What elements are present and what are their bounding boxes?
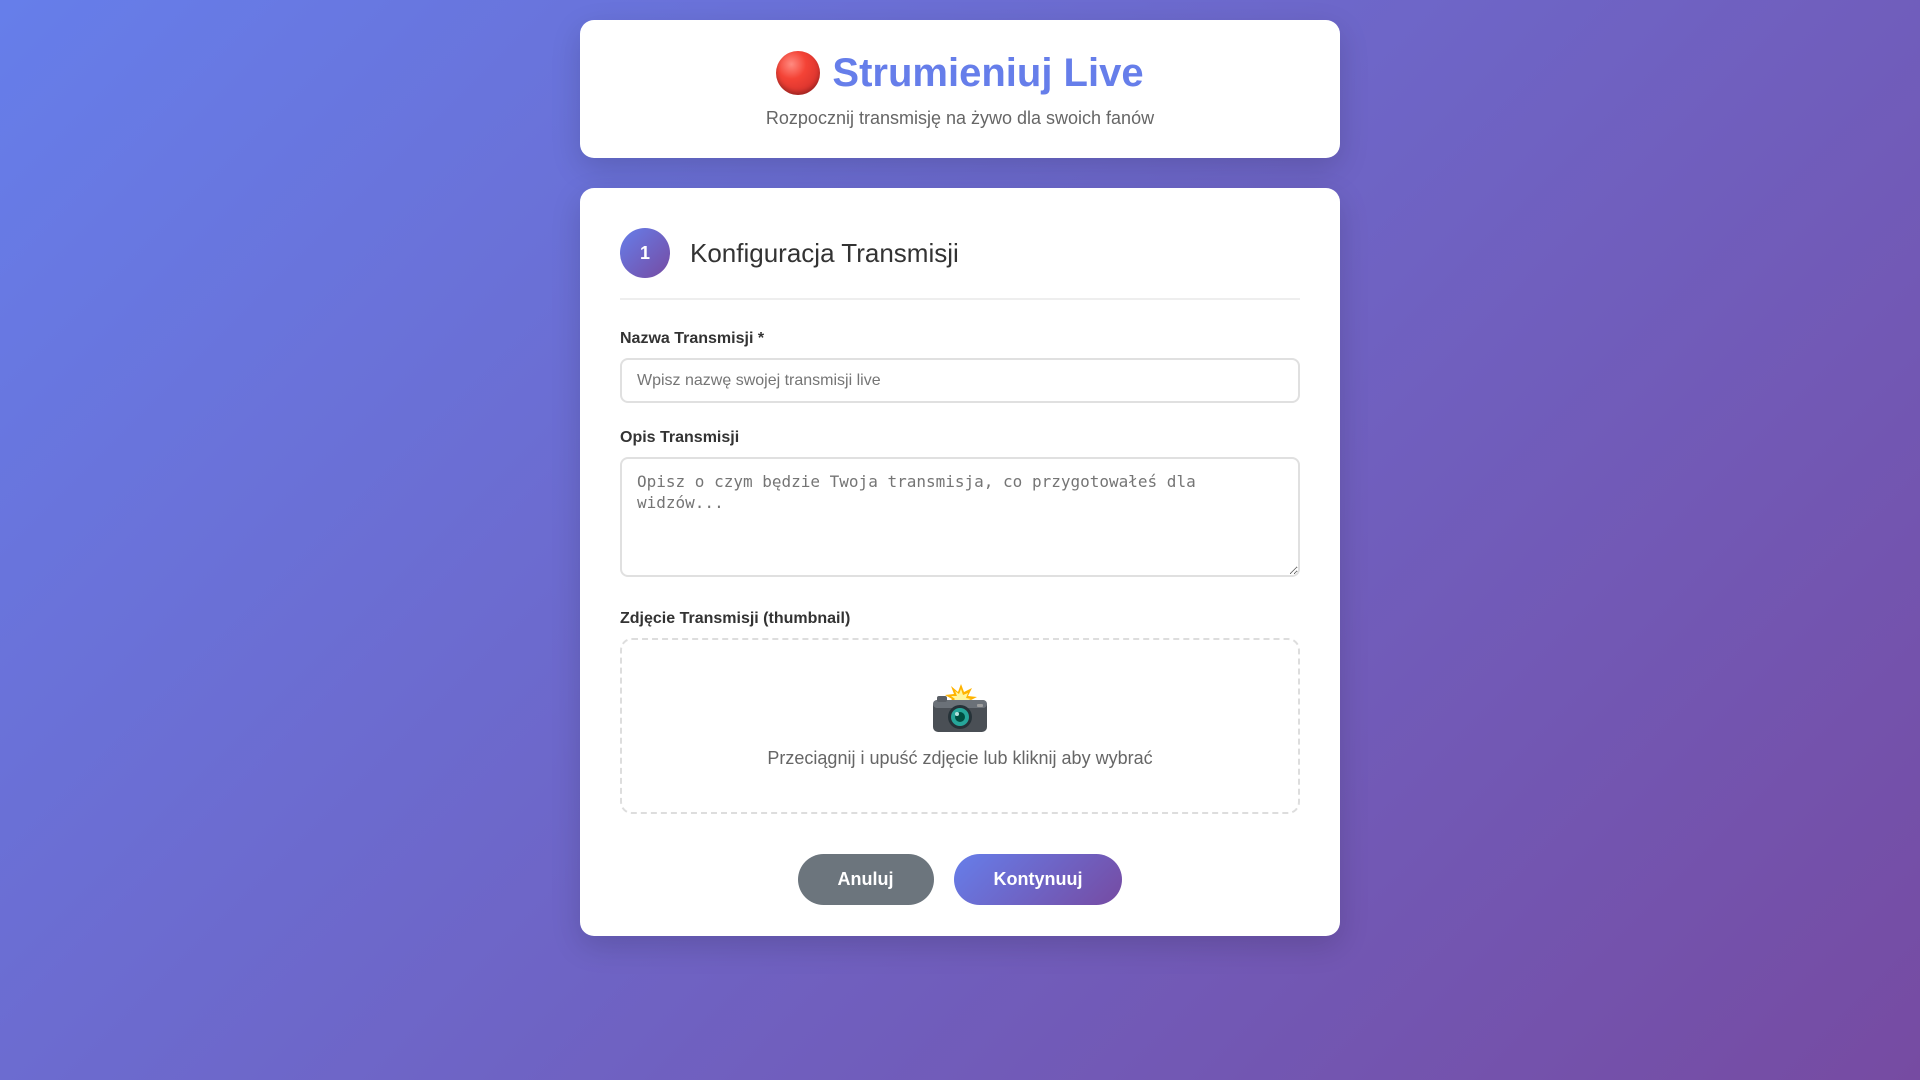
continue-button[interactable]: Kontynuuj	[953, 854, 1123, 905]
thumbnail-upload-zone[interactable]: Przeciągnij i upuść zdjęcie lub kliknij …	[620, 638, 1300, 814]
camera-flash-icon	[933, 683, 987, 732]
stream-name-input[interactable]	[620, 358, 1300, 403]
stream-name-group: Nazwa Transmisji *	[620, 330, 1300, 403]
step-header: 1 Konfiguracja Transmisji	[620, 228, 1300, 300]
stream-description-label: Opis Transmisji	[620, 429, 740, 446]
stream-thumbnail-label: Zdjęcie Transmisji (thumbnail)	[620, 610, 851, 627]
stream-thumbnail-group: Zdjęcie Transmisji (thumbnail) Przeciągn…	[620, 610, 1300, 814]
page-subtitle: Rozpocznij transmisję na żywo dla swoich…	[765, 108, 1155, 128]
page-title: Strumieniuj Live	[580, 20, 1340, 96]
red-circle-icon	[776, 51, 821, 95]
step-title: Konfiguracja Transmisji	[690, 237, 959, 268]
form-card: 1 Konfiguracja Transmisji Nazwa Transmis…	[580, 188, 1340, 936]
header-card: Strumieniuj Live Rozpocznij transmisję n…	[580, 20, 1340, 158]
stream-name-label: Nazwa Transmisji *	[620, 330, 765, 347]
stream-description-group: Opis Transmisji	[620, 429, 1300, 582]
step-number-badge: 1	[620, 228, 670, 278]
stream-description-input[interactable]	[620, 457, 1300, 577]
button-row: Anuluj Kontynuuj	[620, 854, 1300, 905]
cancel-button[interactable]: Anuluj	[797, 854, 934, 905]
page-title-text: Strumieniuj Live	[832, 51, 1144, 95]
upload-hint-text: Przeciągnij i upuść zdjęcie lub kliknij …	[767, 747, 1153, 768]
